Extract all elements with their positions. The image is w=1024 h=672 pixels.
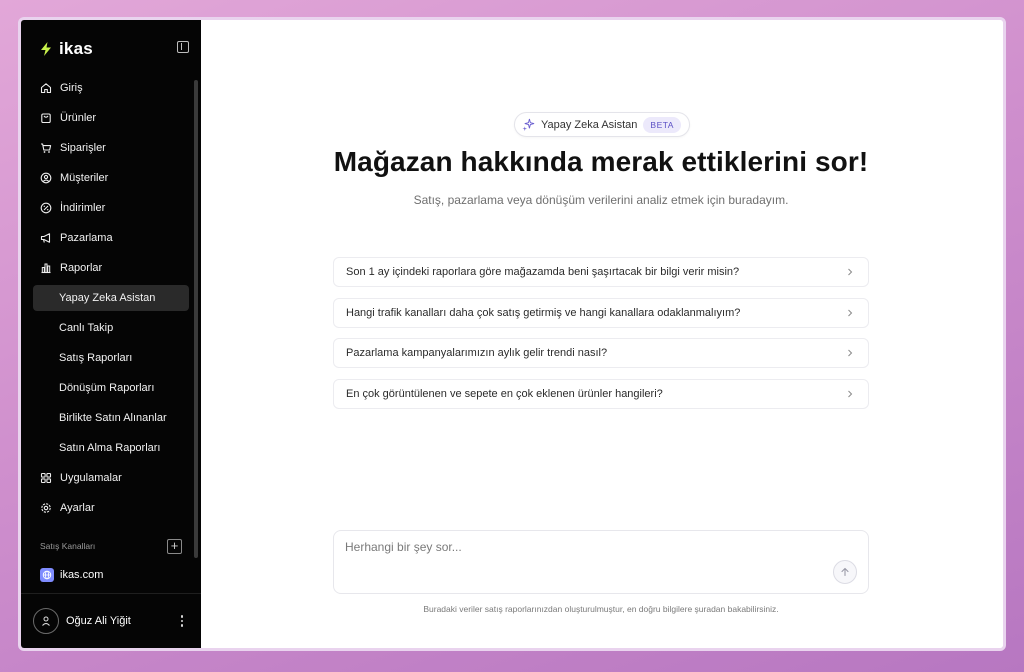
sidebar-item-label: Birlikte Satın Alınanlar [59, 412, 167, 424]
chevron-right-icon [848, 268, 853, 276]
sidebar-item-musteriler[interactable]: Müşteriler [33, 165, 189, 191]
sidebar-item-raporlar[interactable]: Raporlar [33, 255, 189, 281]
assistant-badge: Yapay Zeka Asistan BETA [514, 112, 690, 137]
sidebar-nav: Giriş Ürünler Siparişler Müşteriler İndi… [33, 75, 189, 525]
brand-name: ikas [59, 39, 93, 58]
collapse-sidebar-icon[interactable] [177, 41, 189, 53]
sparkles-icon [522, 118, 535, 131]
sidebar-item-label: Siparişler [60, 142, 106, 154]
bolt-icon [41, 42, 51, 56]
suggestion-item[interactable]: En çok görüntülenen ve sepete en çok ekl… [333, 378, 869, 409]
cart-icon [39, 142, 52, 155]
sidebar-item-label: Pazarlama [60, 232, 113, 244]
sidebar-item-label: Ayarlar [60, 502, 95, 514]
sidebar-item-yapay-zeka-asistan[interactable]: Yapay Zeka Asistan [33, 285, 189, 311]
user-circle-icon [39, 172, 52, 185]
suggestion-item[interactable]: Son 1 ay içindeki raporlara göre mağazam… [333, 257, 869, 287]
app-window: ikas Giriş Ürünler Siparişler Müşteriler [18, 17, 1006, 651]
chevron-right-icon [848, 349, 853, 357]
main-content: Yapay Zeka Asistan BETA Mağazan hakkında… [201, 20, 1003, 648]
sidebar-item-birlikte-satin-alinanlar[interactable]: Birlikte Satın Alınanlar [33, 405, 189, 431]
discount-icon [39, 202, 52, 215]
sidebar: ikas Giriş Ürünler Siparişler Müşteriler [21, 20, 201, 648]
home-icon [39, 82, 52, 95]
sidebar-item-label: İndirimler [60, 202, 106, 214]
sidebar-scrollbar[interactable] [194, 80, 198, 558]
send-button[interactable] [833, 560, 857, 584]
suggestion-text: Hangi trafik kanalları daha çok satış ge… [346, 306, 741, 319]
chat-input[interactable] [345, 540, 815, 580]
grid-icon [39, 472, 52, 485]
avatar [33, 608, 59, 634]
sidebar-item-label: Satın Alma Raporları [59, 442, 161, 454]
sidebar-divider [21, 593, 201, 594]
page-subtitle: Satış, pazarlama veya dönüşüm verilerini… [413, 193, 789, 207]
suggestion-text: Pazarlama kampanyalarımızın aylık gelir … [346, 347, 608, 359]
user-icon [42, 616, 50, 626]
sidebar-item-ayarlar[interactable]: Ayarlar [33, 495, 189, 521]
megaphone-icon [39, 232, 52, 245]
sidebar-item-label: Raporlar [60, 262, 103, 274]
gear-icon [39, 502, 52, 515]
sidebar-item-label: Müşteriler [60, 172, 109, 184]
bag-icon [39, 112, 52, 125]
globe-icon [40, 568, 54, 582]
suggestion-item[interactable]: Hangi trafik kanalları daha çok satış ge… [333, 297, 869, 328]
sidebar-item-label: Satış Raporları [59, 352, 133, 364]
suggestion-text: En çok görüntülenen ve sepete en çok ekl… [346, 387, 663, 400]
beta-tag: BETA [643, 116, 681, 133]
sidebar-item-label: Ürünler [60, 112, 97, 124]
sidebar-item-urunler[interactable]: Ürünler [33, 105, 189, 131]
sidebar-item-label: Yapay Zeka Asistan [59, 292, 156, 304]
sidebar-item-label: Canlı Takip [59, 322, 114, 334]
sidebar-item-label: Uygulamalar [60, 472, 122, 484]
sidebar-item-pazarlama[interactable]: Pazarlama [33, 225, 189, 251]
suggestion-item[interactable]: Pazarlama kampanyalarımızın aylık gelir … [333, 338, 869, 368]
user-menu[interactable]: Oğuz Ali Yiğit [33, 606, 189, 636]
chevron-right-icon [848, 390, 853, 397]
sales-channels-label: Satış Kanalları [40, 541, 96, 551]
sidebar-item-indirimler[interactable]: İndirimler [33, 195, 189, 221]
sidebar-item-satis-raporlari[interactable]: Satış Raporları [33, 345, 189, 371]
chart-icon [39, 262, 52, 275]
more-options-icon[interactable] [175, 613, 189, 629]
sidebar-item-siparisler[interactable]: Siparişler [33, 135, 189, 161]
arrow-up-icon [841, 567, 849, 577]
chevron-right-icon [848, 309, 853, 316]
add-channel-button[interactable]: + [167, 539, 182, 554]
user-name: Oğuz Ali Yiğit [66, 615, 131, 627]
sidebar-item-label: Giriş [60, 82, 83, 94]
badge-label: Yapay Zeka Asistan [541, 118, 638, 131]
channel-label: ikas.com [60, 569, 104, 581]
page-title: Mağazan hakkında merak ettiklerini sor! [333, 146, 869, 177]
sidebar-item-uygulamalar[interactable]: Uygulamalar [33, 465, 189, 491]
brand-logo[interactable]: ikas [38, 39, 93, 59]
sidebar-item-donusum-raporlari[interactable]: Dönüşüm Raporları [33, 375, 189, 401]
suggestion-text: Son 1 ay içindeki raporlara göre mağazam… [346, 266, 740, 278]
sidebar-item-giris[interactable]: Giriş [33, 75, 189, 101]
sidebar-item-satin-alma-raporlari[interactable]: Satın Alma Raporları [33, 435, 189, 461]
chat-composer [333, 530, 869, 594]
channel-item-ikas-com[interactable]: ikas.com [40, 568, 103, 582]
suggestion-list: Son 1 ay içindeki raporlara göre mağazam… [333, 257, 869, 419]
disclaimer-text: Buradaki veriler satış raporlarınızdan o… [423, 604, 779, 614]
sidebar-item-label: Dönüşüm Raporları [59, 382, 155, 394]
sidebar-item-canli-takip[interactable]: Canlı Takip [33, 315, 189, 341]
